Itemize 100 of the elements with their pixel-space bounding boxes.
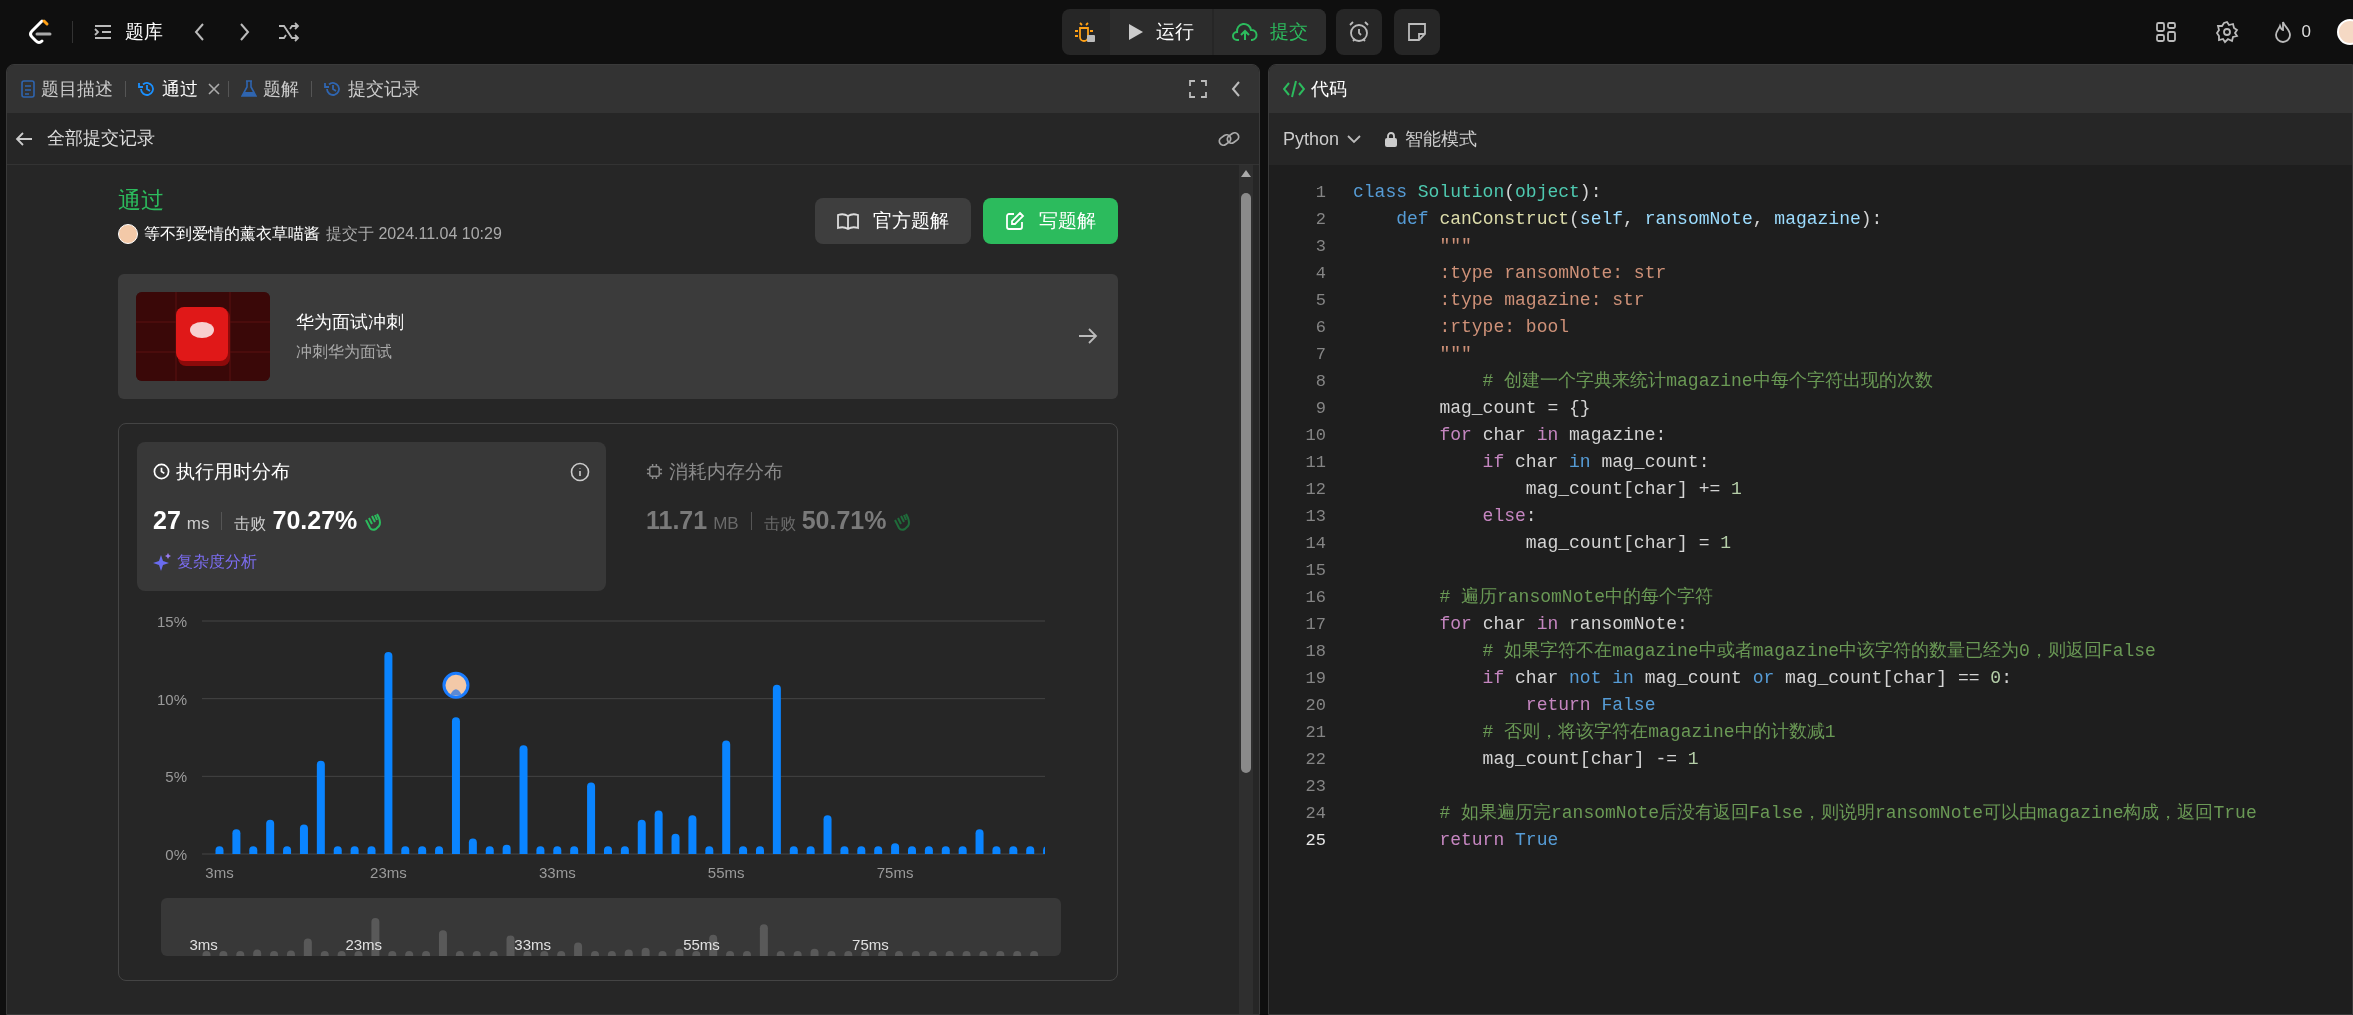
chart-bar[interactable] <box>553 845 562 854</box>
official-solution-button[interactable]: 官方题解 <box>815 198 971 244</box>
submit-button[interactable]: 提交 <box>1214 9 1326 55</box>
chart-bar[interactable] <box>418 845 427 854</box>
chart-bar[interactable] <box>587 782 596 854</box>
fullscreen-icon[interactable] <box>1189 80 1207 98</box>
line-number: 11 <box>1304 451 1326 474</box>
chart-bar[interactable] <box>637 819 646 854</box>
code-line: :type ransomNote: str <box>1438 262 1667 285</box>
chart-bar[interactable] <box>299 824 308 854</box>
chart-bar[interactable] <box>401 845 410 854</box>
chart-bar[interactable] <box>536 845 545 854</box>
axis-label: 23ms <box>370 863 407 881</box>
overview-label: 75ms <box>852 935 889 953</box>
chart-bar[interactable] <box>1009 845 1018 854</box>
alarm-icon[interactable] <box>1336 9 1382 55</box>
problem-list-button[interactable]: 题库 <box>93 17 163 47</box>
settings-icon[interactable] <box>2214 20 2239 44</box>
chart-bar[interactable] <box>283 845 292 854</box>
axis-label: 3ms <box>205 863 234 881</box>
chart-bar[interactable] <box>941 845 950 854</box>
chart-bar[interactable] <box>502 844 511 854</box>
chart-bar[interactable] <box>333 845 342 854</box>
chart-bar[interactable] <box>874 845 883 854</box>
run-button[interactable]: 运行 <box>1110 9 1212 55</box>
chart-bar[interactable] <box>908 845 916 854</box>
back-link[interactable]: 全部提交记录 <box>15 125 155 152</box>
chart-bar[interactable] <box>435 845 444 854</box>
chart-bar[interactable] <box>316 760 325 854</box>
panel-title[interactable]: 代码 <box>1311 75 1347 103</box>
tab[interactable]: 提交记录 <box>320 75 424 103</box>
promo-title: 华为面试冲刺 <box>296 310 404 334</box>
stat-value: 11.71 <box>646 505 708 536</box>
line-number: 16 <box>1304 586 1326 609</box>
chart-bar[interactable] <box>739 845 748 854</box>
promo-card[interactable]: 华为面试冲刺 冲刺华为面试 <box>118 273 1118 399</box>
info-icon[interactable] <box>570 461 590 482</box>
line-number: 13 <box>1304 505 1326 528</box>
chart-bar[interactable] <box>975 828 984 854</box>
tab[interactable]: 题目描述 <box>17 75 117 103</box>
chart-bar[interactable] <box>367 845 376 854</box>
stat-title: 消耗内存分布 <box>669 459 783 484</box>
chart-bar[interactable] <box>688 814 697 854</box>
chart-bar[interactable] <box>249 845 258 854</box>
chart-bar[interactable] <box>468 837 477 854</box>
layout-icon[interactable] <box>2154 21 2177 43</box>
chart-bar[interactable] <box>451 716 460 854</box>
edit-icon <box>1005 211 1025 231</box>
chart-bar[interactable] <box>603 845 612 854</box>
scroll-up-icon[interactable] <box>1241 169 1251 177</box>
line-number: 6 <box>1314 316 1326 339</box>
clock-icon <box>153 463 170 481</box>
chart-bar[interactable] <box>823 814 832 854</box>
chart-bar[interactable] <box>722 740 731 854</box>
tab[interactable]: 题解 <box>237 75 303 103</box>
chart-bar[interactable] <box>519 744 528 854</box>
chart-bar[interactable] <box>756 845 764 854</box>
scrollbar[interactable] <box>1239 165 1253 1014</box>
chart-bar[interactable] <box>891 842 900 854</box>
arrow-left-icon <box>15 130 33 147</box>
stat-card[interactable]: 执行用时分布 27 ms 击败 70.27% 复杂度分析 <box>137 441 606 591</box>
chart-bar[interactable] <box>654 810 663 854</box>
line-number: 20 <box>1304 694 1326 717</box>
chart-bar[interactable] <box>840 845 849 854</box>
chart-bar[interactable] <box>772 684 781 854</box>
scrollbar-thumb[interactable] <box>1241 193 1251 773</box>
chart-bar[interactable] <box>570 845 579 854</box>
line-number: 5 <box>1314 289 1326 312</box>
note-icon[interactable] <box>1394 9 1440 55</box>
code-line: else: <box>1481 505 1537 528</box>
chart-bar[interactable] <box>705 845 714 854</box>
chart-bar[interactable] <box>266 819 275 854</box>
code-line: # 否则，将该字符在magazine中的计数减1 <box>1481 721 1836 744</box>
line-number: 3 <box>1314 235 1326 258</box>
chart-bar[interactable] <box>350 845 359 854</box>
chart-bar[interactable] <box>232 828 241 854</box>
tab[interactable]: 通过 <box>134 75 202 103</box>
shuffle-icon[interactable] <box>277 21 301 43</box>
chart-bar[interactable] <box>1026 845 1035 854</box>
chart-bar[interactable] <box>671 833 680 854</box>
collapse-icon[interactable] <box>1229 80 1243 98</box>
close-icon[interactable] <box>208 83 220 95</box>
status-text: 通过 <box>118 186 165 215</box>
chart-bar[interactable] <box>958 845 967 854</box>
chart-bar[interactable] <box>924 845 933 854</box>
overview-bar[interactable]: 3ms 23ms 33ms 55ms 75ms <box>161 897 1061 956</box>
chart-bar[interactable] <box>789 845 798 854</box>
chart-bar[interactable] <box>620 845 629 854</box>
chart-bar[interactable] <box>485 845 494 854</box>
chart-bar[interactable] <box>384 651 393 854</box>
chart-bar[interactable] <box>215 845 224 854</box>
language-dropdown[interactable]: Python <box>1283 125 1362 153</box>
stat-card[interactable]: 消耗内存分布 11.71 MB 击败 50.71% <box>630 441 1099 591</box>
chart-bar[interactable] <box>806 845 815 854</box>
code-line: if char in mag_count: <box>1481 451 1710 474</box>
mode-label[interactable]: 智能模式 <box>1405 125 1478 153</box>
chart-bar[interactable] <box>857 845 866 854</box>
code-line: # 如果遍历完ransomNote后没有返回False，则说明ransomNote可以由magazine构成，返回True <box>1438 802 2257 825</box>
user-name[interactable]: 等不到爱情的薰衣草喵酱 <box>144 221 320 246</box>
chart-bar[interactable] <box>992 845 1001 854</box>
